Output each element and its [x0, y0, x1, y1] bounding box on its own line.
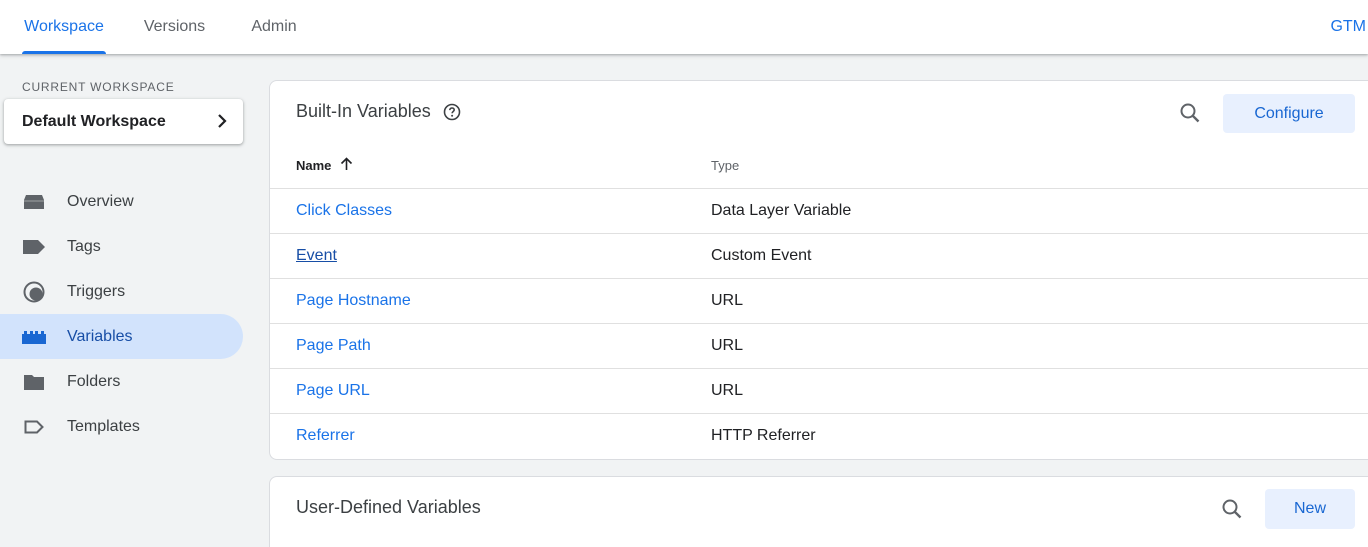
column-header-name[interactable]: Name [296, 158, 331, 173]
template-icon [22, 416, 46, 438]
table-row: Event Custom Event [270, 233, 1368, 278]
sidebar-item-tags[interactable]: Tags [0, 224, 243, 269]
variable-name-link[interactable]: Event [296, 247, 337, 265]
sidebar-item-templates[interactable]: Templates [0, 404, 243, 449]
sidebar-item-label: Folders [67, 372, 121, 390]
sidebar-item-overview[interactable]: Overview [0, 179, 243, 224]
table-row: Referrer HTTP Referrer [270, 413, 1368, 458]
builtin-variables-title: Built-In Variables [296, 101, 431, 121]
sidebar-item-label: Variables [67, 327, 133, 345]
tab-workspace[interactable]: Workspace [22, 0, 106, 54]
active-tab-indicator [22, 51, 106, 54]
sidebar-item-variables[interactable]: Variables [0, 314, 243, 359]
variable-type: URL [711, 382, 744, 399]
container-link[interactable]: GTM [1330, 0, 1366, 54]
sidebar-item-label: Templates [67, 417, 140, 435]
variable-type: HTTP Referrer [711, 427, 816, 444]
sidebar-item-label: Triggers [67, 282, 126, 300]
tab-admin-label: Admin [251, 18, 297, 35]
variable-type: URL [711, 337, 744, 354]
sidebar-item-label: Overview [67, 192, 134, 210]
variable-name-link[interactable]: Page Path [296, 337, 371, 355]
column-header-type: Type [711, 158, 740, 173]
sidebar-item-triggers[interactable]: Triggers [0, 269, 243, 314]
variable-name-link[interactable]: Referrer [296, 427, 355, 445]
workspace-name: Default Workspace [22, 112, 166, 130]
variable-type: URL [711, 292, 744, 309]
current-workspace-label: CURRENT WORKSPACE [22, 80, 175, 94]
table-row: Page Hostname URL [270, 278, 1368, 323]
configure-button[interactable]: Configure [1223, 94, 1355, 133]
sidebar-item-folders[interactable]: Folders [0, 359, 243, 404]
table-row: Page Path URL [270, 323, 1368, 368]
search-icon[interactable] [1178, 101, 1202, 125]
variable-name-link[interactable]: Click Classes [296, 202, 392, 220]
variable-type: Data Layer Variable [711, 202, 852, 219]
sidebar-item-label: Tags [67, 237, 101, 255]
chevron-right-icon [218, 114, 227, 128]
column-header-name-label: Name [296, 158, 332, 173]
variables-icon [22, 326, 46, 348]
variable-name-link[interactable]: Page Hostname [296, 292, 411, 310]
sidebar: CURRENT WORKSPACE Default Workspace Over… [0, 54, 256, 547]
folder-icon [22, 371, 46, 393]
search-icon[interactable] [1220, 497, 1244, 521]
tab-versions[interactable]: Versions [142, 0, 207, 54]
tag-icon [22, 236, 46, 258]
tab-versions-label: Versions [143, 18, 206, 35]
tab-admin[interactable]: Admin [249, 0, 299, 54]
user-defined-variables-title: User-Defined Variables [296, 497, 481, 517]
tab-workspace-label: Workspace [24, 18, 104, 35]
variable-name-link[interactable]: Page URL [296, 382, 370, 400]
builtin-variables-card: Built-In Variables Configure Name Type C… [269, 80, 1368, 460]
new-variable-button[interactable]: New [1265, 489, 1355, 529]
overview-icon [22, 191, 46, 213]
user-defined-variables-card: User-Defined Variables New [269, 476, 1368, 547]
table-row: Click Classes Data Layer Variable [270, 188, 1368, 233]
arrow-up-icon[interactable] [340, 157, 353, 171]
variable-type: Custom Event [711, 247, 812, 264]
table-row: Page URL URL [270, 368, 1368, 413]
trigger-icon [22, 281, 46, 303]
help-icon[interactable] [443, 103, 461, 121]
top-navigation-bar: Workspace Versions Admin GTM [0, 0, 1368, 54]
workspace-selector[interactable]: Default Workspace [4, 99, 243, 144]
